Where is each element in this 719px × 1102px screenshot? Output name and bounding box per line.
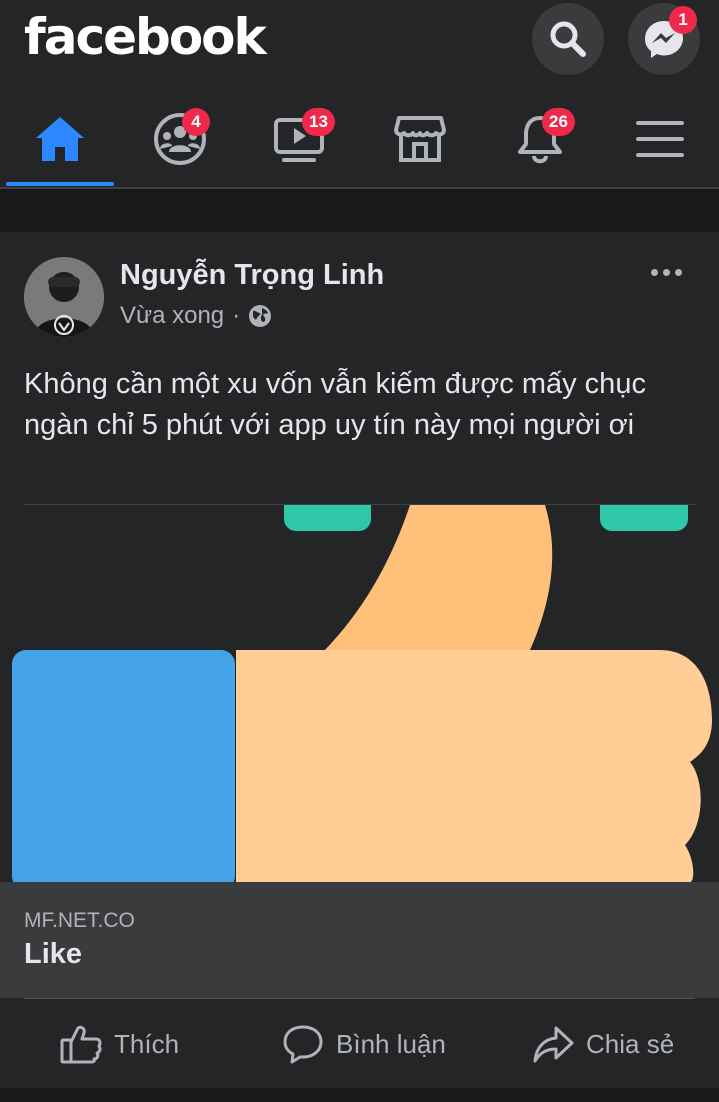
home-icon [36, 116, 84, 161]
marketplace-icon [394, 115, 446, 162]
author-name[interactable]: Nguyễn Trọng Linh [120, 259, 384, 292]
thumbs-up-icon [60, 1025, 102, 1064]
post-image[interactable] [0, 505, 719, 882]
divider [24, 998, 695, 999]
more-dot-icon [662, 268, 670, 276]
comment-label: Bình luận [336, 1028, 446, 1059]
nav-menu[interactable] [600, 90, 719, 187]
thumbs-up-illustration [0, 505, 719, 882]
like-button[interactable]: Thích [60, 1020, 179, 1068]
notifications-badge: 26 [542, 108, 575, 136]
post-text: Không cần một xu vốn vẫn kiếm được mấy c… [24, 368, 646, 441]
groups-badge: 4 [182, 108, 210, 136]
share-button[interactable]: Chia sẻ [532, 1020, 674, 1068]
share-label: Chia sẻ [586, 1028, 675, 1059]
globe-icon [249, 305, 272, 327]
comment-button[interactable]: Bình luận [282, 1020, 446, 1068]
search-icon [550, 21, 586, 57]
nav-watch[interactable]: 13 [240, 90, 360, 187]
post-meta: Vừa xong · [120, 302, 272, 330]
link-preview[interactable]: MF.NET.CO Like [0, 882, 719, 998]
more-dot-icon [674, 268, 682, 276]
share-icon [533, 1026, 574, 1063]
active-tab-indicator [6, 182, 114, 186]
nav-bar: 4 13 26 [0, 90, 719, 189]
messenger-button[interactable]: 1 [628, 3, 700, 75]
menu-icon [636, 120, 684, 157]
post-timestamp[interactable]: Vừa xong [120, 302, 224, 330]
watch-badge: 13 [302, 108, 335, 136]
author-avatar[interactable] [24, 257, 104, 337]
more-dot-icon [650, 268, 658, 276]
facebook-logo[interactable]: facebook [24, 8, 267, 66]
nav-home[interactable] [0, 90, 120, 187]
avatar-image [24, 257, 104, 337]
like-label: Thích [114, 1028, 180, 1059]
nav-groups[interactable]: 4 [120, 90, 240, 187]
feed-post: Nguyễn Trọng Linh Vừa xong · Không cần m… [0, 232, 719, 1088]
comment-icon [283, 1025, 323, 1064]
top-bar: facebook 1 [0, 0, 719, 90]
nav-marketplace[interactable] [360, 90, 480, 187]
meta-separator: · [232, 302, 241, 329]
link-title: Like [24, 938, 83, 970]
search-button[interactable] [532, 3, 604, 75]
messenger-badge: 1 [669, 6, 697, 34]
more-options-button[interactable] [644, 260, 688, 284]
link-domain: MF.NET.CO [24, 909, 135, 932]
nav-notifications[interactable]: 26 [480, 90, 600, 187]
